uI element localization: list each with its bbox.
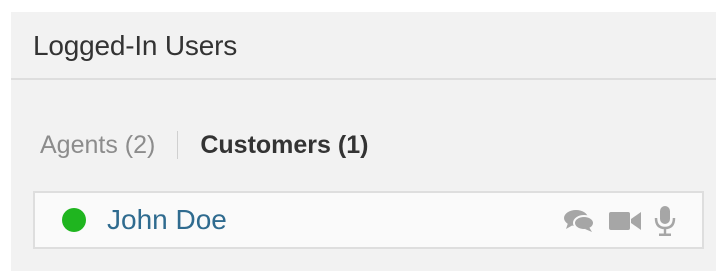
logged-in-users-widget: Logged-In Users Agents (2) Customers (1)… bbox=[11, 12, 716, 271]
widget-title: Logged-In Users bbox=[33, 30, 238, 61]
chat-icon[interactable] bbox=[562, 208, 596, 234]
user-name-link[interactable]: John Doe bbox=[107, 204, 227, 236]
user-list-item: John Doe bbox=[33, 191, 704, 249]
widget-header: Logged-In Users bbox=[11, 12, 716, 80]
user-type-tabs: Agents (2) Customers (1) bbox=[40, 129, 368, 161]
online-status-icon bbox=[62, 208, 86, 232]
tab-customers[interactable]: Customers (1) bbox=[200, 131, 368, 160]
user-actions bbox=[550, 205, 676, 237]
tab-agents[interactable]: Agents (2) bbox=[40, 131, 155, 160]
microphone-icon[interactable] bbox=[654, 205, 676, 237]
video-camera-icon[interactable] bbox=[608, 209, 642, 233]
tab-separator bbox=[177, 131, 179, 159]
